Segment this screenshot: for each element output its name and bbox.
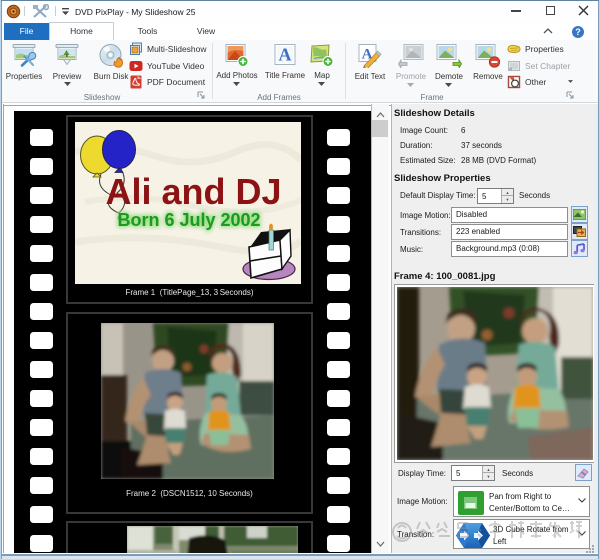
svg-text:Born 6 July 2002: Born 6 July 2002	[117, 210, 260, 230]
svg-text:A: A	[279, 45, 292, 65]
svg-text:Ali and DJ: Ali and DJ	[105, 171, 281, 212]
